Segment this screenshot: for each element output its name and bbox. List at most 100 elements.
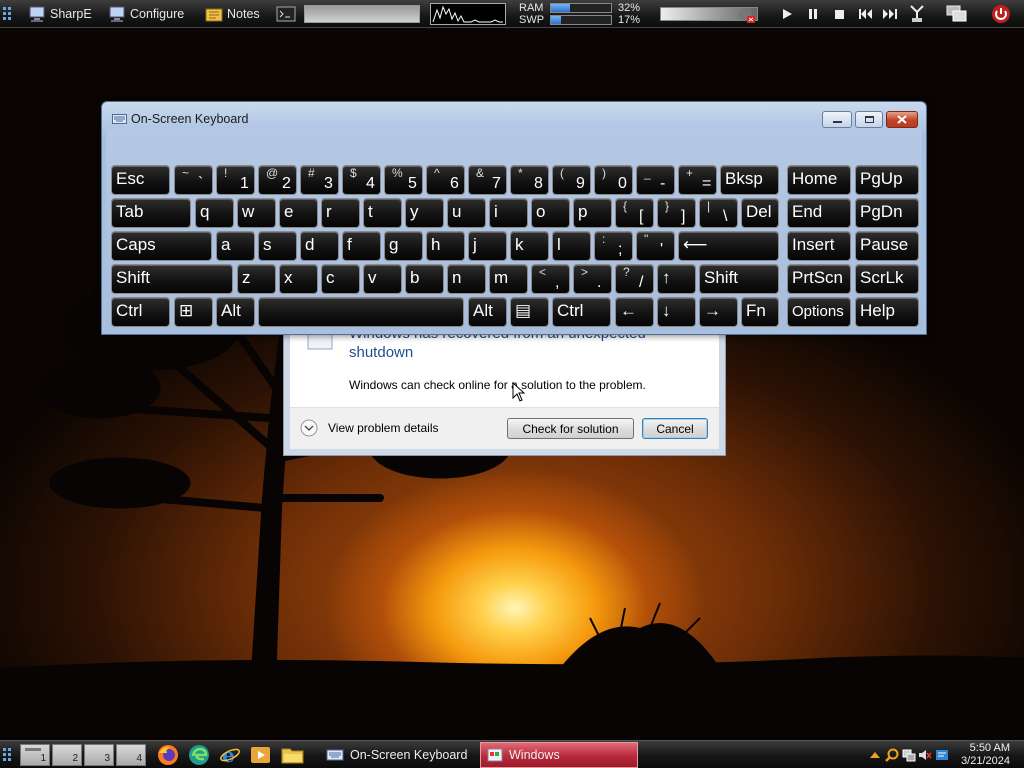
key-alt-4-4[interactable]: Alt: [468, 297, 507, 327]
key-right-bracket-1-12[interactable]: }]: [657, 198, 696, 228]
key-d-2-3[interactable]: d: [300, 231, 339, 261]
key-e-1-3[interactable]: e: [279, 198, 318, 228]
key-pause-2-14[interactable]: Pause: [855, 231, 919, 261]
clock[interactable]: 5:50 AM 3/21/2024: [958, 742, 1010, 768]
task-on-screen-keyboard[interactable]: On-Screen Keyboard: [320, 742, 475, 768]
key-backtick-0-1[interactable]: ~ `: [174, 165, 213, 195]
key-4-0-5[interactable]: $4: [342, 165, 381, 195]
grid-icon[interactable]: [2, 746, 16, 764]
key-enter-2-12[interactable]: ⟵: [678, 231, 779, 261]
play-icon[interactable]: [779, 6, 795, 22]
desktop-1-button[interactable]: 1: [20, 744, 50, 766]
key-s-2-2[interactable]: s: [258, 231, 297, 261]
key-k-2-8[interactable]: k: [510, 231, 549, 261]
next-icon[interactable]: [882, 6, 898, 22]
key-ctrl-4-0[interactable]: Ctrl: [111, 297, 170, 327]
volume-muted-icon[interactable]: [918, 748, 932, 762]
run-command-input[interactable]: [304, 5, 420, 23]
key-g-2-5[interactable]: g: [384, 231, 423, 261]
previous-icon[interactable]: [857, 6, 873, 22]
key-h-2-6[interactable]: h: [426, 231, 465, 261]
key-i-1-8[interactable]: i: [489, 198, 528, 228]
maximize-button[interactable]: [855, 111, 883, 128]
key-end-1-15[interactable]: End: [787, 198, 851, 228]
start-menu-button[interactable]: [2, 3, 16, 25]
key-1-0-2[interactable]: ! 1: [216, 165, 255, 195]
cancel-button[interactable]: Cancel: [642, 418, 708, 439]
key-menu-4-5[interactable]: ▤: [510, 297, 549, 327]
network-status-icon[interactable]: [908, 4, 926, 24]
key-shift-3-0[interactable]: Shift: [111, 264, 233, 294]
action-center-icon[interactable]: [935, 748, 949, 762]
key-b-3-5[interactable]: b: [405, 264, 444, 294]
key-w-1-2[interactable]: w: [237, 198, 276, 228]
stop-icon[interactable]: [831, 6, 847, 22]
key-semicolon-2-10[interactable]: :;: [594, 231, 633, 261]
key-esc-0-0[interactable]: Esc: [111, 165, 170, 195]
power-icon[interactable]: [991, 4, 1011, 24]
minimize-button[interactable]: [822, 111, 852, 128]
edge-icon[interactable]: [188, 744, 210, 766]
key-del-1-14[interactable]: Del: [741, 198, 779, 228]
view-details-toggle[interactable]: View problem details: [300, 419, 439, 437]
check-for-solution-button[interactable]: Check for solution: [507, 418, 634, 439]
window-list-icon[interactable]: [946, 5, 968, 23]
key-space-4-3[interactable]: [258, 297, 464, 327]
key-8-0-9[interactable]: * 8: [510, 165, 549, 195]
key-up-arrow-3-11[interactable]: ↑: [657, 264, 696, 294]
key-backslash-1-13[interactable]: | \: [699, 198, 738, 228]
desktop-2-button[interactable]: 2: [52, 744, 82, 766]
key-u-1-7[interactable]: u: [447, 198, 486, 228]
configure-launcher[interactable]: Configure: [108, 3, 184, 25]
key-n-3-6[interactable]: n: [447, 264, 486, 294]
pause-icon[interactable]: [805, 6, 821, 22]
key-j-2-7[interactable]: j: [468, 231, 507, 261]
key-caps-2-0[interactable]: Caps: [111, 231, 212, 261]
key-y-1-6[interactable]: y: [405, 198, 444, 228]
key-period-3-9[interactable]: >.: [573, 264, 612, 294]
key-home-0-15[interactable]: Home: [787, 165, 851, 195]
arrow-up-icon[interactable]: [868, 748, 882, 762]
key-o-1-9[interactable]: o: [531, 198, 570, 228]
key-prtscn-3-13[interactable]: PrtScn: [787, 264, 851, 294]
key-a-2-1[interactable]: a: [216, 231, 255, 261]
key-x-3-2[interactable]: x: [279, 264, 318, 294]
key-quote-2-11[interactable]: " ': [636, 231, 675, 261]
key-shift-3-12[interactable]: Shift: [699, 264, 779, 294]
media-player-icon[interactable]: [250, 745, 272, 765]
internet-explorer-icon[interactable]: e: [219, 744, 241, 766]
key-0-0-11[interactable]: ) 0: [594, 165, 633, 195]
key-insert-2-13[interactable]: Insert: [787, 231, 851, 261]
key-left-bracket-1-11[interactable]: {[: [615, 198, 654, 228]
key-v-3-4[interactable]: v: [363, 264, 402, 294]
search-icon[interactable]: [885, 748, 899, 762]
key-pgup-0-16[interactable]: PgUp: [855, 165, 919, 195]
key-6-0-7[interactable]: ^ 6: [426, 165, 465, 195]
key-m-3-7[interactable]: m: [489, 264, 528, 294]
key-ctrl-4-6[interactable]: Ctrl: [552, 297, 611, 327]
key-slash-3-10[interactable]: ? /: [615, 264, 654, 294]
terminal-button[interactable]: [276, 3, 296, 25]
folder-icon[interactable]: [281, 745, 305, 765]
key-minus-0-12[interactable]: _ -: [636, 165, 675, 195]
key-f-2-4[interactable]: f: [342, 231, 381, 261]
desktop-3-button[interactable]: 3: [84, 744, 114, 766]
key-9-0-10[interactable]: (9: [552, 165, 591, 195]
desktop-4-button[interactable]: 4: [116, 744, 146, 766]
key-3-0-4[interactable]: #3: [300, 165, 339, 195]
key-5-0-6[interactable]: % 5: [384, 165, 423, 195]
key-pgdn-1-16[interactable]: PgDn: [855, 198, 919, 228]
key-c-3-3[interactable]: c: [321, 264, 360, 294]
key-windows-4-1[interactable]: ⊞: [174, 297, 213, 327]
key-q-1-1[interactable]: q: [195, 198, 234, 228]
notes-launcher[interactable]: Notes: [205, 3, 260, 25]
key-equals-0-13[interactable]: + =: [678, 165, 717, 195]
key-scrlk-3-14[interactable]: ScrLk: [855, 264, 919, 294]
close-button[interactable]: [886, 111, 918, 128]
key-comma-3-8[interactable]: <,: [531, 264, 570, 294]
key-down-arrow-4-8[interactable]: ↓: [657, 297, 696, 327]
key-p-1-10[interactable]: p: [573, 198, 612, 228]
key-help-4-12[interactable]: Help: [855, 297, 919, 327]
key-bksp-0-14[interactable]: Bksp: [720, 165, 779, 195]
firefox-icon[interactable]: [157, 744, 179, 766]
